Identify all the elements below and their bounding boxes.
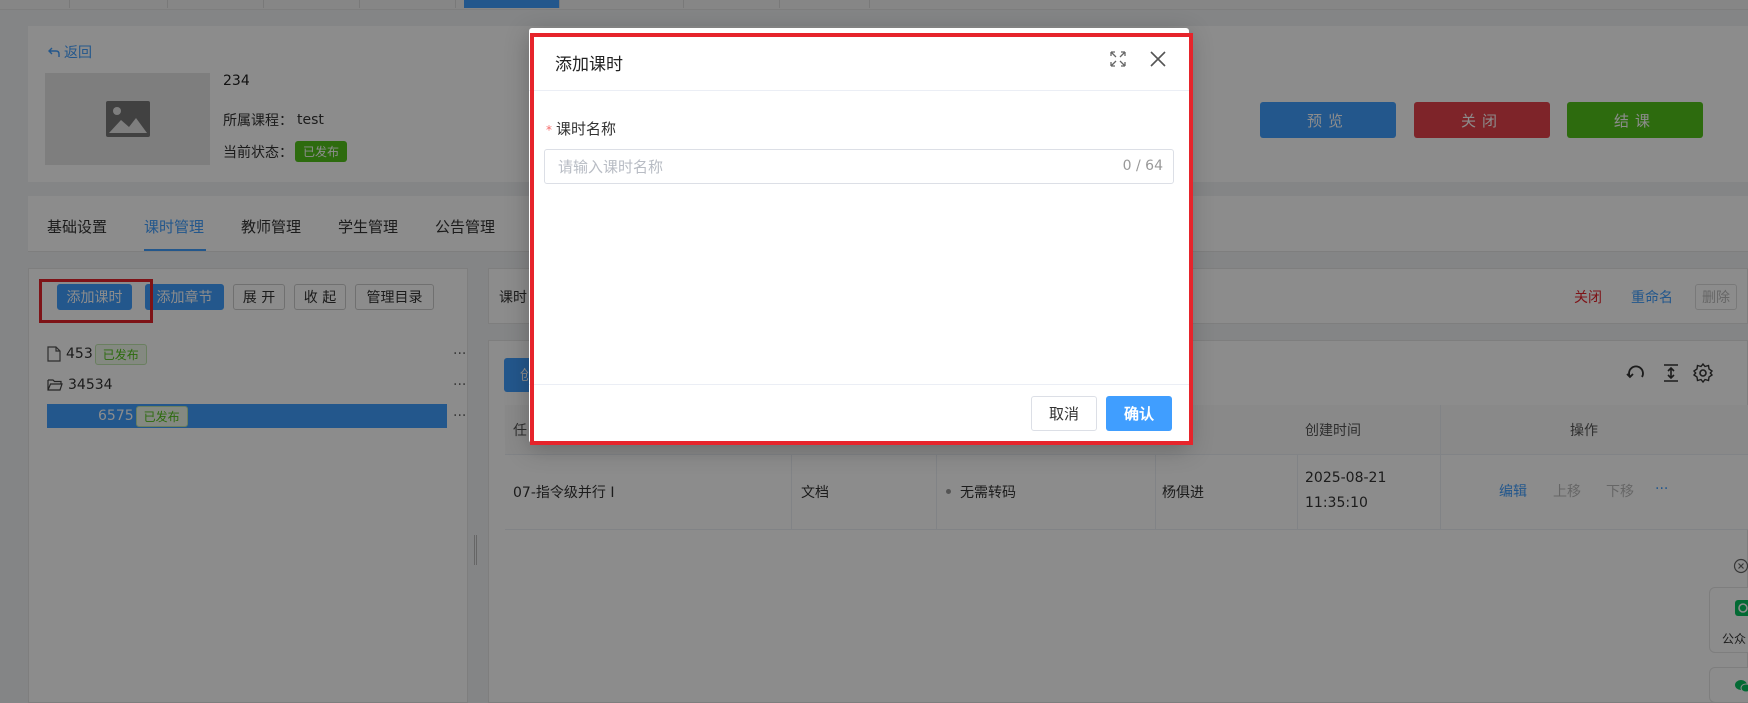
- cancel-button[interactable]: 取消: [1031, 396, 1097, 431]
- fullscreen-icon[interactable]: [1107, 48, 1129, 70]
- lesson-name-label-text: 课时名称: [556, 120, 617, 138]
- dialog-title: 添加课时: [555, 55, 623, 75]
- required-mark: *: [546, 123, 552, 137]
- lesson-name-label: * 课时名称: [546, 118, 616, 139]
- close-icon[interactable]: [1147, 48, 1169, 70]
- add-lesson-dialog: 添加课时 * 课时名称 0 / 64 取消 确认: [529, 28, 1189, 443]
- lesson-name-input[interactable]: [544, 149, 1174, 184]
- dialog-footer-divider: [529, 384, 1189, 385]
- confirm-button[interactable]: 确认: [1106, 396, 1172, 431]
- dialog-header: 添加课时: [529, 28, 1189, 91]
- character-counter: 0 / 64: [1122, 158, 1163, 174]
